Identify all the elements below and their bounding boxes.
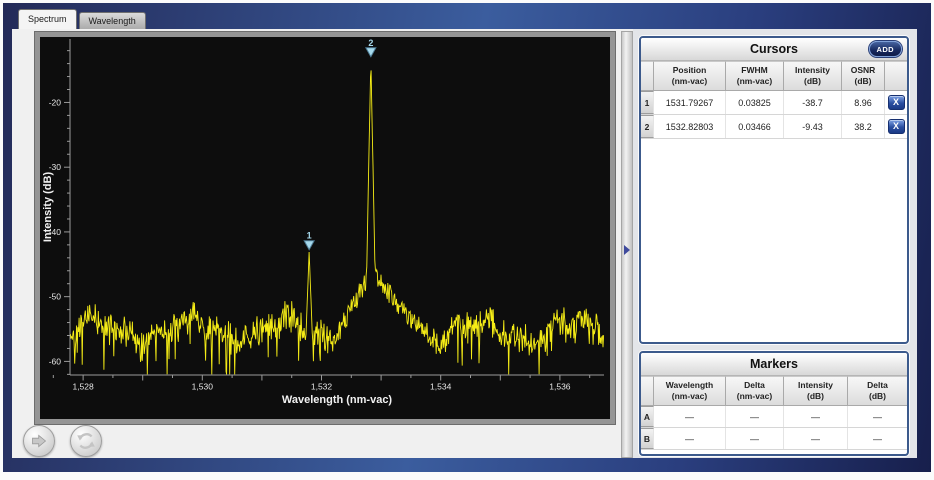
cursor-row-1-number[interactable]: 1: [641, 91, 654, 114]
tab-wavelength[interactable]: Wavelength: [79, 12, 146, 29]
svg-text:-30: -30: [49, 162, 62, 172]
svg-text:1,530: 1,530: [192, 382, 214, 392]
markers-table: Wavelength (nm-vac) Delta (nm-vac) Inten…: [641, 376, 907, 450]
svg-text:-50: -50: [49, 292, 62, 302]
cursor-2-delete-cell: X: [885, 115, 907, 138]
svg-text:-60: -60: [49, 356, 62, 366]
header-cell-position: Position (nm-vac): [654, 61, 726, 91]
marker-row-b-label[interactable]: B: [641, 428, 654, 449]
svg-text:-20: -20: [49, 97, 62, 107]
cursor-1-position-value: 1531.79267: [654, 91, 726, 114]
tab-spectrum[interactable]: Spectrum: [18, 9, 77, 29]
marker-b-wavelength-value: —: [654, 428, 726, 449]
header-cell-delta-db: Delta (dB): [848, 376, 907, 406]
svg-text:Intensity (dB): Intensity (dB): [42, 172, 54, 243]
cursors-panel-title: Cursors: [750, 42, 798, 56]
header-cell-blank: [641, 376, 654, 406]
cursor-1-fwhm-value: 0.03825: [726, 91, 784, 114]
add-cursor-button[interactable]: ADD: [869, 41, 902, 57]
panel-splitter[interactable]: [621, 31, 633, 458]
header-cell-blank: [641, 61, 654, 91]
header-cell-wavelength: Wavelength (nm-vac): [654, 376, 726, 406]
spectrum-chart[interactable]: -20-30-40-50-601,5281,5301,5321,5341,536…: [40, 37, 610, 419]
svg-text:1,532: 1,532: [311, 382, 333, 392]
cursor-triangle-marker-icon[interactable]: [304, 241, 314, 250]
cursor-1-delete-cell: X: [885, 91, 907, 114]
cursor-2-fwhm-value: 0.03466: [726, 115, 784, 138]
x-icon: X: [893, 98, 899, 107]
cursor-2-intensity-value: -9.43: [784, 115, 842, 138]
marker-a-intensity-value: —: [784, 406, 848, 427]
delete-cursor-2-button[interactable]: X: [888, 119, 905, 134]
x-icon: X: [893, 122, 899, 131]
header-cell-osnr: OSNR (dB): [842, 61, 885, 91]
cursor-triangle-marker-icon[interactable]: [366, 48, 376, 57]
header-cell-delta-nm: Delta (nm-vac): [726, 376, 784, 406]
markers-panel-title: Markers: [750, 357, 798, 371]
cursor-row-2[interactable]: 2 1532.82803 0.03466 -9.43 38.2 X: [641, 115, 907, 139]
marker-b-delta-db-value: —: [848, 428, 907, 449]
cursor-2-position-value: 1532.82803: [654, 115, 726, 138]
cursor-marker-label: 1: [307, 231, 312, 241]
play-arrow-icon: [29, 431, 49, 451]
marker-a-delta-nm-value: —: [726, 406, 784, 427]
screen: Spectrum Wavelength -20-30-40-50-601,528…: [0, 0, 934, 480]
header-cell-intensity: Intensity (dB): [784, 376, 848, 406]
cursor-marker-label: 2: [368, 38, 373, 48]
svg-text:Wavelength (nm-vac): Wavelength (nm-vac): [282, 394, 393, 406]
cursor-2-osnr-value: 38.2: [842, 115, 885, 138]
spectrum-trace: [70, 70, 603, 374]
cursors-panel: Cursors ADD Position (nm-vac) FWHM (nm-v…: [639, 36, 909, 344]
plot-frame: -20-30-40-50-601,5281,5301,5321,5341,536…: [34, 31, 616, 425]
svg-text:1,528: 1,528: [72, 382, 94, 392]
single-acquisition-button[interactable]: [23, 425, 55, 457]
content-area: -20-30-40-50-601,5281,5301,5321,5341,536…: [12, 29, 917, 458]
marker-row-b[interactable]: B — — — —: [641, 428, 907, 450]
cursors-panel-header: Cursors ADD: [641, 38, 907, 61]
continuous-acquisition-button[interactable]: [70, 425, 102, 457]
svg-text:1,534: 1,534: [430, 382, 452, 392]
markers-panel: Markers Wavelength (nm-vac) Delta (nm-va…: [639, 351, 909, 456]
marker-b-intensity-value: —: [784, 428, 848, 449]
header-cell-fwhm: FWHM (nm-vac): [726, 61, 784, 91]
header-cell-intensity: Intensity (dB): [784, 61, 842, 91]
cursors-table: Position (nm-vac) FWHM (nm-vac) Intensit…: [641, 61, 907, 139]
cursor-row-1[interactable]: 1 1531.79267 0.03825 -38.7 8.96 X: [641, 91, 907, 115]
markers-panel-header: Markers: [641, 353, 907, 376]
marker-b-delta-nm-value: —: [726, 428, 784, 449]
spectrum-analyzer-window: Spectrum Wavelength -20-30-40-50-601,528…: [3, 3, 931, 472]
refresh-circular-arrows-icon: [75, 430, 97, 452]
delete-cursor-1-button[interactable]: X: [888, 95, 905, 110]
svg-text:1,536: 1,536: [549, 382, 571, 392]
markers-table-header: Wavelength (nm-vac) Delta (nm-vac) Inten…: [641, 376, 907, 406]
cursors-table-header: Position (nm-vac) FWHM (nm-vac) Intensit…: [641, 61, 907, 91]
collapse-panel-arrow-icon[interactable]: [624, 245, 630, 255]
tab-bar: Spectrum Wavelength: [18, 8, 148, 29]
marker-a-delta-db-value: —: [848, 406, 907, 427]
marker-row-a-label[interactable]: A: [641, 406, 654, 427]
marker-row-a[interactable]: A — — — —: [641, 406, 907, 428]
cursor-1-intensity-value: -38.7: [784, 91, 842, 114]
cursor-row-2-number[interactable]: 2: [641, 115, 654, 138]
header-cell-delete: [885, 61, 907, 91]
marker-a-wavelength-value: —: [654, 406, 726, 427]
spectrum-plot-area[interactable]: -20-30-40-50-601,5281,5301,5321,5341,536…: [40, 37, 610, 419]
cursor-1-osnr-value: 8.96: [842, 91, 885, 114]
